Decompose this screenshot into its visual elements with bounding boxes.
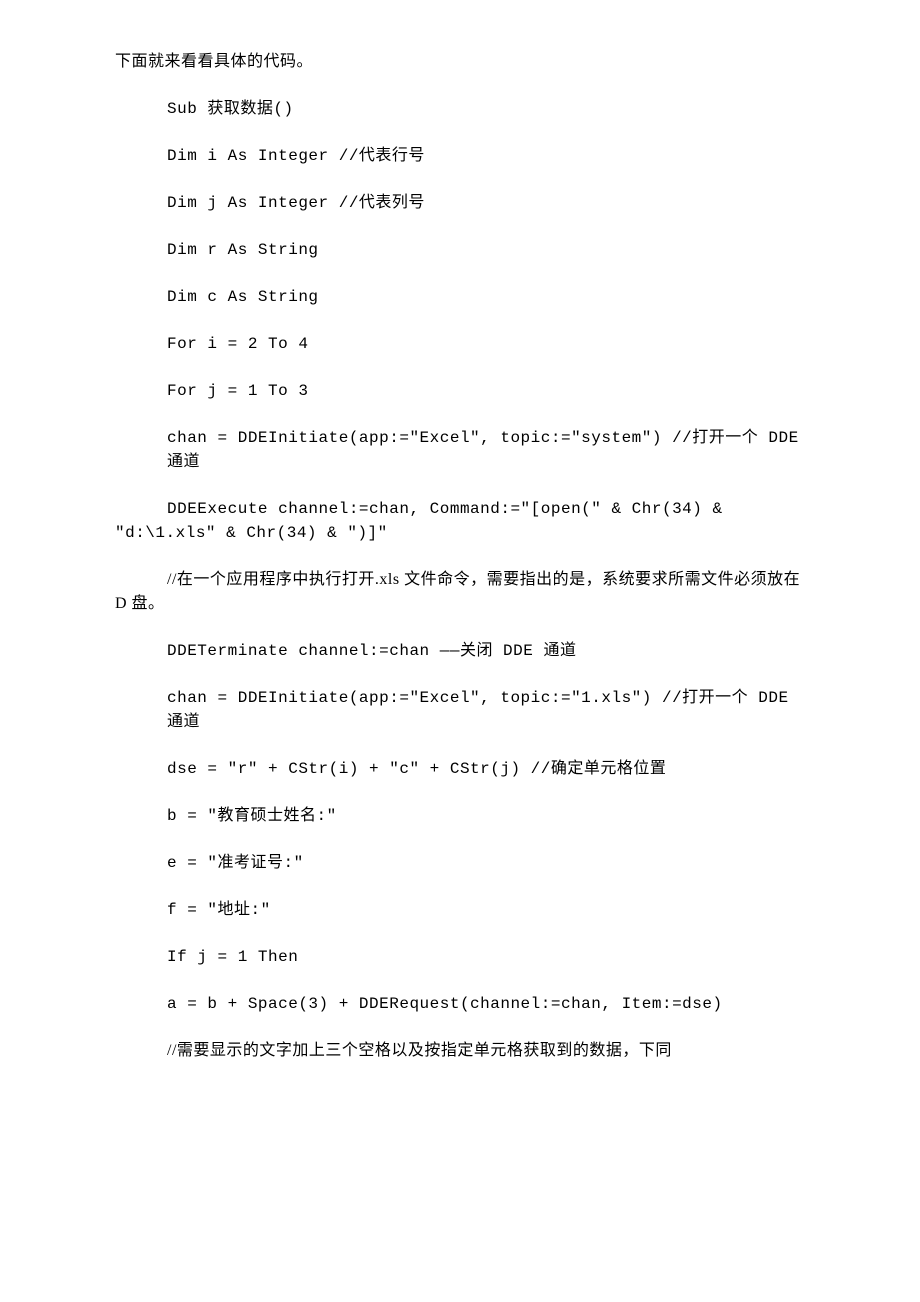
code-line: DDEExecute channel:=chan, Command:="[ope… [115,497,805,545]
code-line: f = "地址:" [115,898,805,922]
document-page: 下面就来看看具体的代码。 Sub 获取数据() Dim i As Integer… [0,0,920,1302]
comment-line: //需要显示的文字加上三个空格以及按指定单元格获取到的数据，下同 [115,1039,805,1063]
code-line: If j = 1 Then [115,945,805,969]
code-line: a = b + Space(3) + DDERequest(channel:=c… [115,992,805,1016]
code-line: Dim r As String [115,238,805,262]
code-line: Dim c As String [115,285,805,309]
code-line: For j = 1 To 3 [115,379,805,403]
code-line: Dim i As Integer //代表行号 [115,144,805,168]
code-line: Sub 获取数据() [115,97,805,121]
code-line: chan = DDEInitiate(app:="Excel", topic:=… [115,426,805,474]
code-line: chan = DDEInitiate(app:="Excel", topic:=… [115,686,805,734]
code-line: b = "教育硕士姓名:" [115,804,805,828]
code-line: Dim j As Integer //代表列号 [115,191,805,215]
comment-line: //在一个应用程序中执行打开.xls 文件命令，需要指出的是，系统要求所需文件必… [115,568,805,616]
code-line: dse = "r" + CStr(i) + "c" + CStr(j) //确定… [115,757,805,781]
text-line: 下面就来看看具体的代码。 [115,50,805,74]
code-line: For i = 2 To 4 [115,332,805,356]
code-line: DDETerminate channel:=chan ——关闭 DDE 通道 [115,639,805,663]
code-line: e = "准考证号:" [115,851,805,875]
